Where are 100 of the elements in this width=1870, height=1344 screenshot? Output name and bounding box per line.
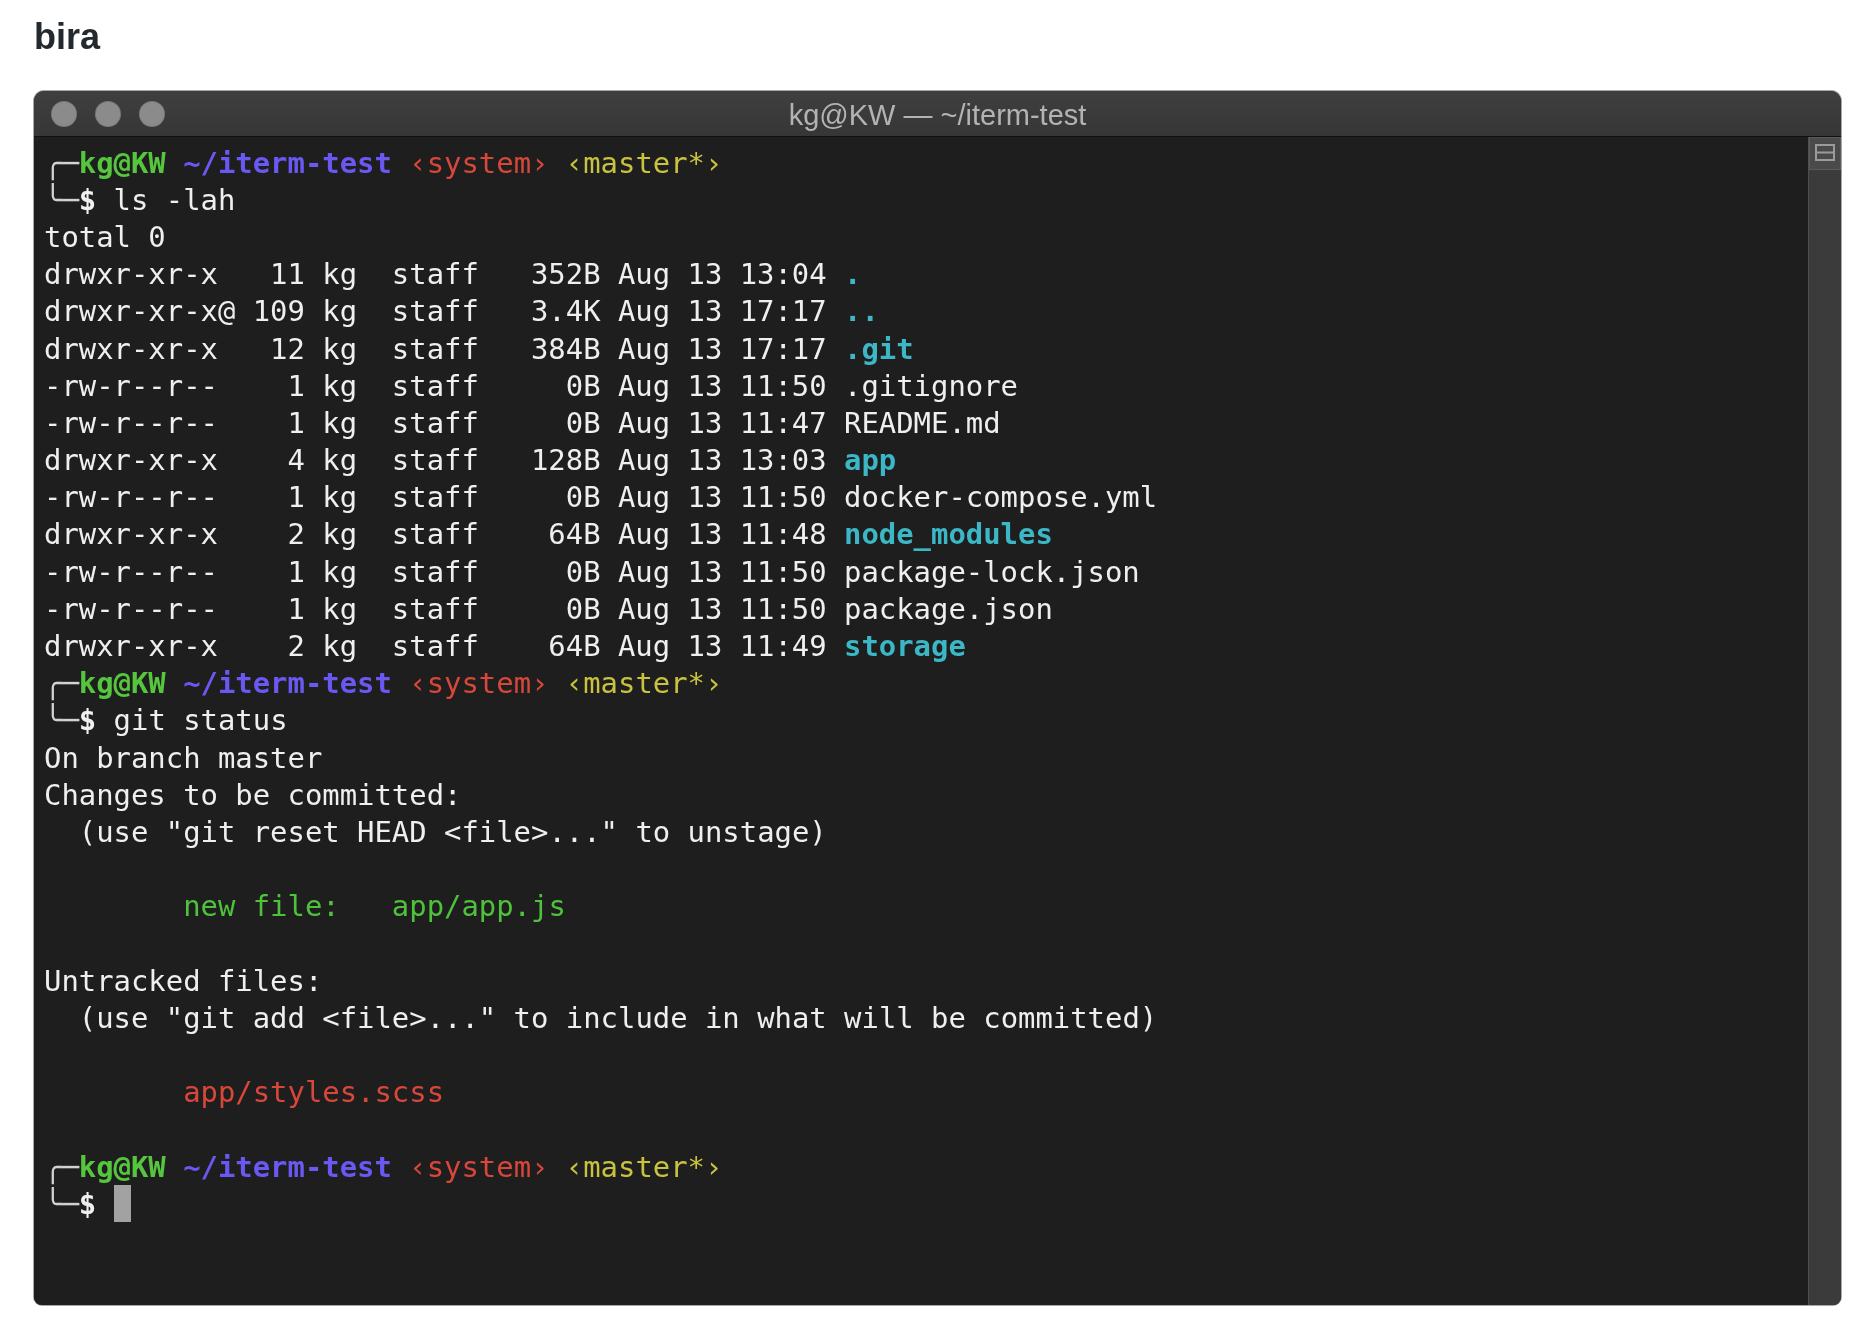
output-text: total 0 xyxy=(44,219,166,254)
prompt-corner: ╭─ xyxy=(44,666,79,701)
git-branch: ‹master*› xyxy=(565,666,723,701)
file-permissions: -rw-r--r-- xyxy=(44,405,218,440)
modified-date: Aug 13 11:50 xyxy=(617,591,827,626)
modified-date: Aug 13 11:48 xyxy=(617,517,827,552)
modified-date: Aug 13 17:17 xyxy=(617,294,827,329)
file-size: 0B xyxy=(565,480,601,515)
file-name: .. xyxy=(844,294,879,329)
window-control-button[interactable] xyxy=(139,100,165,127)
modified-date: Aug 13 11:49 xyxy=(617,629,827,664)
link-count: 1 xyxy=(287,405,305,440)
file-size: 128B xyxy=(530,443,601,478)
file-size: 384B xyxy=(530,331,601,366)
modified-date: Aug 13 13:04 xyxy=(617,257,827,292)
file-permissions: -rw-r--r-- xyxy=(44,480,218,515)
window-title: kg@KW — ~/iterm-test xyxy=(788,98,1087,132)
file-owner: kg xyxy=(322,368,358,403)
file-name: docker-compose.yml xyxy=(844,480,1158,515)
modified-date: Aug 13 13:03 xyxy=(617,443,827,478)
file-size: 64B xyxy=(548,517,601,552)
user-host: kg@KW xyxy=(78,145,166,180)
file-permissions: drwxr-xr-x@ xyxy=(44,294,236,329)
file-owner: kg xyxy=(322,257,358,292)
current-directory: ~/iterm-test xyxy=(183,145,392,180)
file-owner: kg xyxy=(322,554,358,589)
scrollbar[interactable] xyxy=(1808,137,1841,1305)
file-owner: kg xyxy=(322,331,358,366)
file-permissions: drwxr-xr-x xyxy=(44,517,218,552)
window-control-button[interactable] xyxy=(95,100,121,127)
command-text: ls -lah xyxy=(113,182,236,217)
file-permissions: -rw-r--r-- xyxy=(44,591,218,626)
hint-text: (use "git add <file>..." to include in what will be committed) xyxy=(78,1000,1158,1035)
output-text: On branch master xyxy=(44,740,323,775)
command-text: git status xyxy=(113,703,288,738)
file-size: 0B xyxy=(565,591,601,626)
file-permissions: drwxr-xr-x xyxy=(44,257,218,292)
file-permissions: drwxr-xr-x xyxy=(44,443,218,478)
file-name: .gitignore xyxy=(844,368,1018,403)
link-count: 2 xyxy=(287,629,305,664)
file-name: package-lock.json xyxy=(844,554,1140,589)
link-count: 2 xyxy=(287,517,305,552)
prompt-corner: ╰─ xyxy=(44,703,79,738)
file-size: 0B xyxy=(565,405,601,440)
file-owner: kg xyxy=(322,443,358,478)
prompt-symbol: $ xyxy=(78,703,97,738)
hint-text: (use "git reset HEAD <file>..." to unstage) xyxy=(78,814,827,849)
modified-date: Aug 13 11:50 xyxy=(617,368,827,403)
file-group: staff xyxy=(391,480,479,515)
link-count: 1 xyxy=(287,480,305,515)
file-group: staff xyxy=(391,405,479,440)
file-name: node_modules xyxy=(844,517,1053,552)
modified-date: Aug 13 17:17 xyxy=(617,331,827,366)
file-permissions: drwxr-xr-x xyxy=(44,331,218,366)
link-count: 109 xyxy=(252,294,305,329)
user-host: kg@KW xyxy=(78,1149,166,1184)
modified-date: Aug 13 11:47 xyxy=(617,405,827,440)
file-permissions: -rw-r--r-- xyxy=(44,368,218,403)
staged-file: new file: app/app.js xyxy=(183,889,566,924)
file-group: staff xyxy=(391,443,479,478)
file-permissions: -rw-r--r-- xyxy=(44,554,218,589)
page-heading: bira xyxy=(34,15,101,59)
prompt-corner: ╭─ xyxy=(44,1149,79,1184)
file-name: storage xyxy=(844,629,966,664)
prompt-corner: ╰─ xyxy=(44,182,79,217)
file-owner: kg xyxy=(322,480,358,515)
file-group: staff xyxy=(391,331,479,366)
file-owner: kg xyxy=(322,629,358,664)
ruby-version: ‹system› xyxy=(409,145,549,180)
untracked-file: app/styles.scss xyxy=(183,1075,445,1110)
file-group: staff xyxy=(391,629,479,664)
file-owner: kg xyxy=(322,294,358,329)
file-name: app xyxy=(844,443,897,478)
link-count: 4 xyxy=(287,443,305,478)
file-owner: kg xyxy=(322,405,358,440)
link-count: 12 xyxy=(270,331,305,366)
file-group: staff xyxy=(391,294,479,329)
git-branch: ‹master*› xyxy=(565,145,723,180)
file-name: README.md xyxy=(844,405,1001,440)
split-pane-icon[interactable] xyxy=(1809,137,1841,170)
link-count: 11 xyxy=(270,257,305,292)
ruby-version: ‹system› xyxy=(409,1149,549,1184)
modified-date: Aug 13 11:50 xyxy=(617,480,827,515)
prompt-symbol: $ xyxy=(78,1186,97,1221)
file-owner: kg xyxy=(322,517,358,552)
prompt-corner: ╰─ xyxy=(44,1186,79,1221)
git-branch: ‹master*› xyxy=(565,1149,723,1184)
file-group: staff xyxy=(391,257,479,292)
ruby-version: ‹system› xyxy=(409,666,549,701)
modified-date: Aug 13 11:50 xyxy=(617,554,827,589)
current-directory: ~/iterm-test xyxy=(183,666,392,701)
prompt-symbol: $ xyxy=(78,182,97,217)
file-group: staff xyxy=(391,368,479,403)
window-control-button[interactable] xyxy=(51,100,77,127)
file-name: . xyxy=(844,257,862,292)
file-size: 0B xyxy=(565,368,601,403)
file-name: .git xyxy=(844,331,914,366)
user-host: kg@KW xyxy=(78,666,166,701)
link-count: 1 xyxy=(287,554,305,589)
file-permissions: drwxr-xr-x xyxy=(44,629,218,664)
